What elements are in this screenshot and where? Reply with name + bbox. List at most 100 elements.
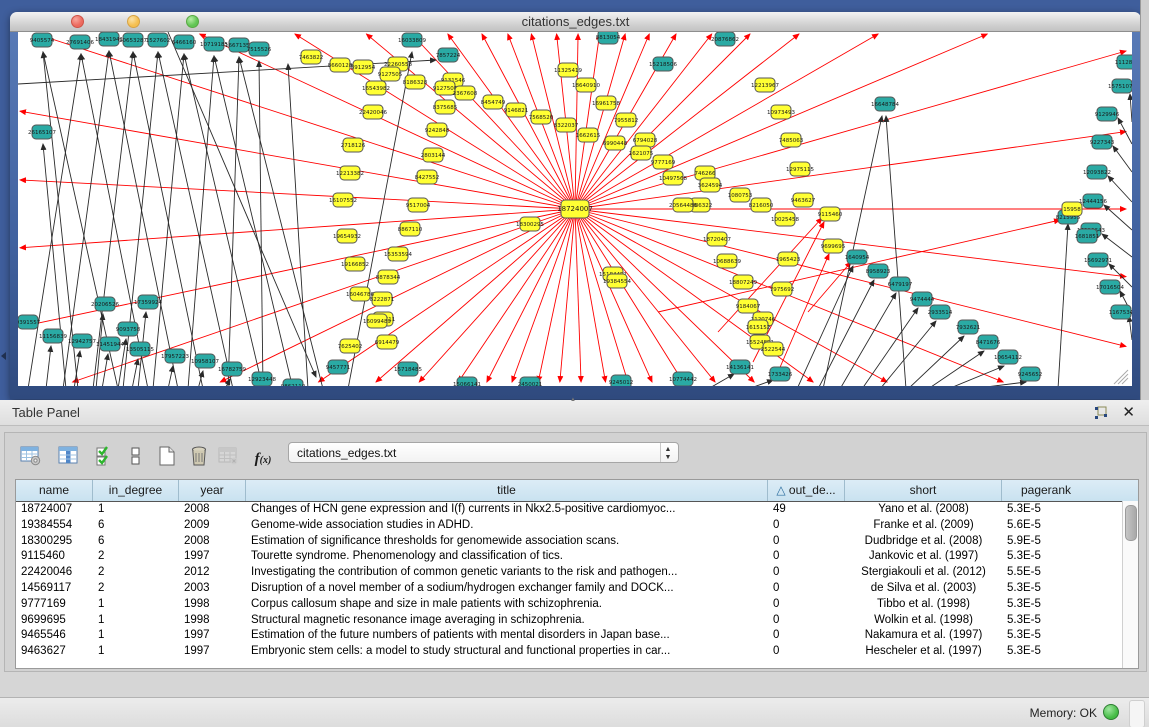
network-node[interactable]: 2718126 (341, 138, 366, 152)
red-edge[interactable] (419, 209, 575, 382)
network-node[interactable]: 1621075 (629, 146, 654, 160)
network-node[interactable]: 12093822 (1083, 165, 1111, 179)
network-node[interactable]: 9391557 (18, 315, 41, 329)
network-node[interactable]: 20206526 (91, 297, 119, 311)
memory-status-indicator-icon[interactable] (1103, 704, 1119, 720)
black-edge[interactable] (748, 380, 773, 386)
network-node[interactable]: 10497568 (659, 171, 687, 185)
table-row[interactable]: 1456911722003Disruption of a novel membe… (16, 581, 1138, 597)
network-node[interactable]: 15751074 (1108, 79, 1132, 93)
network-node[interactable]: 15692971 (1084, 253, 1112, 267)
network-node[interactable]: 8958923 (866, 264, 891, 278)
network-node[interactable]: 18300295 (516, 217, 544, 231)
vertical-scrollbar[interactable] (1122, 501, 1138, 668)
black-edge[interactable] (948, 366, 1004, 386)
black-edge[interactable] (288, 64, 308, 386)
network-node[interactable]: 8322037 (554, 118, 579, 132)
network-node[interactable]: 18720407 (703, 232, 731, 246)
column-header-title[interactable]: title (246, 480, 768, 501)
black-edge[interactable] (708, 374, 734, 386)
red-edge[interactable] (575, 209, 652, 382)
network-node[interactable]: 9245652 (1018, 367, 1043, 381)
network-node[interactable]: 15066141 (453, 377, 481, 386)
network-node[interactable]: 2933514 (928, 305, 953, 319)
network-node[interactable]: 7568520 (529, 110, 554, 124)
black-edge[interactable] (1108, 176, 1132, 202)
network-node[interactable]: 22420046 (359, 105, 387, 119)
network-node[interactable]: 20876862 (711, 32, 739, 46)
black-edge[interactable] (1058, 224, 1068, 386)
black-edge[interactable] (225, 379, 230, 386)
black-edge[interactable] (214, 56, 293, 386)
network-node[interactable]: 7515526 (247, 42, 272, 56)
network-node[interactable]: 2803144 (421, 148, 446, 162)
network-node[interactable]: 1681851 (1075, 229, 1100, 243)
black-edge[interactable] (797, 266, 853, 386)
network-node[interactable]: 1662615 (576, 128, 601, 142)
delete-column-icon[interactable] (187, 445, 211, 469)
red-edge[interactable] (778, 254, 829, 372)
network-node[interactable]: 11156839 (39, 329, 67, 343)
column-header-pagerank[interactable]: pagerank (1002, 480, 1090, 501)
network-node[interactable]: 9146821 (504, 103, 529, 117)
network-node[interactable]: 7485063 (779, 133, 804, 147)
column-header-out_de[interactable]: △ out_de... (768, 480, 845, 501)
network-node[interactable]: 12923448 (248, 372, 276, 386)
network-node[interactable]: 15353594 (384, 247, 412, 261)
delete-table-icon[interactable] (217, 445, 241, 469)
network-node[interactable]: 12975115 (786, 162, 814, 176)
black-edge[interactable] (153, 54, 184, 386)
column-header-in_degree[interactable]: in_degree (93, 480, 179, 501)
table-select-combo[interactable]: citations_edges.txt ▲▼ (288, 442, 679, 463)
network-node[interactable]: 8813054 (596, 32, 621, 44)
network-node[interactable]: 1615152 (746, 320, 771, 334)
network-node[interactable]: 8471676 (976, 335, 1001, 349)
network-node[interactable]: 12444156 (1079, 194, 1107, 208)
network-node[interactable]: 6466160 (172, 35, 197, 49)
network-node[interactable]: 2450021 (518, 377, 543, 386)
network-node[interactable]: 8878344 (376, 270, 401, 284)
table-columns-icon[interactable] (57, 445, 81, 469)
network-node[interactable]: 7625402 (338, 339, 363, 353)
network-node[interactable]: 16543982 (362, 81, 390, 95)
network-node[interactable]: 9699695 (821, 239, 846, 253)
network-node[interactable]: 9184067 (736, 299, 761, 313)
network-node[interactable]: 6914479 (375, 335, 400, 349)
network-node[interactable]: 15958 (1062, 202, 1082, 216)
network-node[interactable]: 11451944 (96, 337, 124, 351)
table-row[interactable]: 2242004622012Investigating the contribut… (16, 565, 1138, 581)
network-node[interactable]: 1527602 (146, 33, 171, 47)
network-node[interactable]: 16961758 (592, 96, 620, 110)
network-node[interactable]: 12213967 (751, 78, 779, 92)
network-node[interactable]: 6479197 (888, 277, 913, 291)
network-node[interactable]: 15718485 (394, 362, 422, 376)
table-row[interactable]: 1938455462009Genome-wide association stu… (16, 518, 1138, 534)
collapse-panel-arrow-icon[interactable] (1, 352, 6, 360)
column-header-short[interactable]: short (845, 480, 1002, 501)
network-node[interactable]: 8912954 (351, 60, 376, 74)
network-node[interactable]: 17359924 (134, 295, 162, 309)
panel-splitter-handle[interactable]: ▲ (570, 399, 580, 403)
column-header-year[interactable]: year (179, 480, 246, 501)
network-node[interactable]: 10653287 (119, 33, 147, 47)
network-node[interactable]: 12942757 (68, 334, 96, 348)
black-edge[interactable] (1113, 146, 1132, 172)
network-node[interactable]: 8186328 (403, 75, 428, 89)
network-node[interactable]: 3624594 (698, 178, 723, 192)
network-node[interactable]: 9777169 (651, 155, 676, 169)
float-window-icon[interactable] (1093, 405, 1109, 421)
table-header-row[interactable]: namein_degreeyeartitle△ out_de...shortpa… (16, 480, 1138, 502)
network-node[interactable]: 8216050 (749, 198, 774, 212)
black-edge[interactable] (862, 308, 918, 386)
node-attribute-table[interactable]: namein_degreeyeartitle△ out_de...shortpa… (15, 479, 1139, 669)
network-node[interactable]: 9862110 (281, 379, 306, 386)
network-node[interactable]: 1112864 (1115, 55, 1132, 69)
black-edge[interactable] (168, 366, 173, 386)
network-node[interactable]: 18807249 (729, 275, 757, 289)
network-node[interactable]: 10654112 (994, 350, 1022, 364)
black-edge[interactable] (908, 336, 964, 386)
table-row[interactable]: 946362711997Embryonic stem cells: a mode… (16, 644, 1138, 660)
network-node[interactable]: 9129946 (1095, 107, 1120, 121)
table-row[interactable]: 911546021997Tourette syndrome. Phenomeno… (16, 549, 1138, 565)
red-edge[interactable] (575, 209, 606, 382)
